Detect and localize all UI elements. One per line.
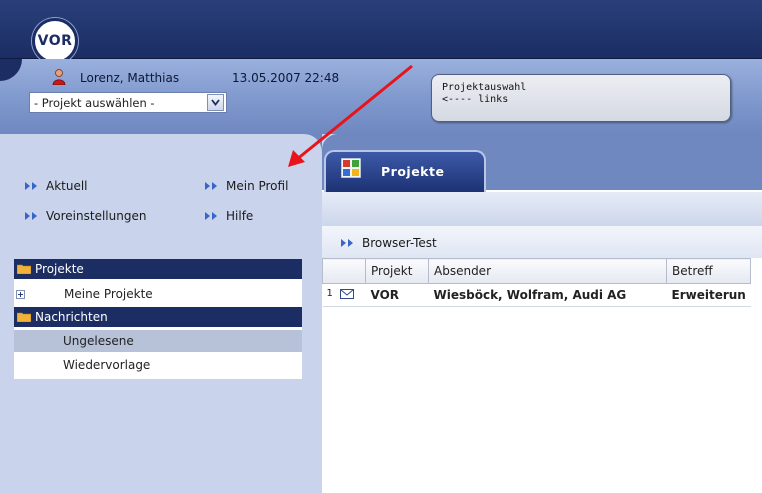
- nav-link-voreinstellungen[interactable]: Voreinstellungen: [24, 209, 146, 223]
- cell-absender: Wiesböck, Wolfram, Audi AG: [428, 283, 667, 307]
- annotation-note-line2: <---- links: [442, 94, 509, 105]
- nav-link-aktuell[interactable]: Aktuell: [24, 179, 88, 193]
- double-arrow-icon: [205, 182, 217, 190]
- tree-item-label: Wiedervorlage: [63, 358, 151, 372]
- nav-link-label: Voreinstellungen: [46, 209, 147, 223]
- double-arrow-icon: [341, 239, 353, 247]
- cell-projekt: VOR: [365, 283, 429, 307]
- row-icon-cell: 1: [322, 283, 366, 307]
- tree-item-label: Ungelesene: [63, 334, 134, 348]
- nav-link-label: Aktuell: [46, 179, 88, 193]
- table-row[interactable]: 1 VOR Wiesböck, Wolfram, Audi AG Erweite…: [322, 283, 751, 307]
- row-number: 1: [326, 288, 333, 299]
- logo-text: VOR: [37, 33, 73, 49]
- tab-label: Projekte: [381, 164, 445, 179]
- vor-logo[interactable]: VOR: [32, 18, 78, 64]
- nav-link-label: Mein Profil: [226, 179, 289, 193]
- breadcrumb-label: Browser-Test: [362, 236, 437, 250]
- annotation-note-line1: Projektauswahl: [442, 82, 527, 93]
- column-header-projekt[interactable]: Projekt: [365, 258, 429, 284]
- nav-link-label: Hilfe: [226, 209, 254, 223]
- table-header-row: Projekt Absender Betreff: [322, 258, 752, 284]
- tree-section-title: Projekte: [35, 262, 84, 276]
- breadcrumb[interactable]: Browser-Test: [340, 236, 437, 250]
- double-arrow-icon: [25, 212, 37, 220]
- project-select-value: - Projekt auswählen -: [34, 95, 155, 110]
- tree-item-ungelesene[interactable]: Ungelesene: [14, 330, 302, 352]
- tree-section-projekte[interactable]: Projekte: [14, 259, 302, 279]
- nav-link-mein-profil[interactable]: Mein Profil: [204, 179, 288, 193]
- double-arrow-icon: [25, 182, 37, 190]
- double-arrow-icon: [205, 212, 217, 220]
- tree-item-wiedervorlage[interactable]: Wiedervorlage: [14, 354, 302, 376]
- expand-plus-icon[interactable]: [16, 289, 25, 299]
- window-grid-icon: [341, 158, 361, 178]
- folder-icon: [17, 312, 31, 322]
- tree-item-meine-projekte[interactable]: Meine Projekte: [14, 283, 302, 305]
- folder-icon: [17, 264, 31, 274]
- cell-betreff: Erweiterun: [666, 283, 751, 307]
- tree-section-title: Nachrichten: [35, 310, 108, 324]
- user-name: Lorenz, Matthias: [80, 71, 180, 85]
- top-bar: [0, 0, 762, 59]
- column-header-absender[interactable]: Absender: [428, 258, 667, 284]
- user-icon: [52, 69, 66, 85]
- messages-table: Projekt Absender Betreff 1 VOR Wiesböck,…: [322, 258, 752, 307]
- left-panel-top-round: [0, 134, 322, 154]
- chevron-down-icon[interactable]: [207, 94, 224, 111]
- envelope-icon: [339, 289, 354, 299]
- nav-link-hilfe[interactable]: Hilfe: [204, 209, 253, 223]
- login-datetime: 13.05.2007 22:48: [232, 71, 340, 85]
- column-header-betreff[interactable]: Betreff: [665, 258, 752, 284]
- column-header-icon: [322, 258, 366, 284]
- toolbar: [322, 192, 762, 226]
- tree-section-nachrichten[interactable]: Nachrichten: [14, 307, 302, 327]
- tree-item-label: Meine Projekte: [64, 287, 153, 301]
- project-select[interactable]: - Projekt auswählen -: [29, 92, 227, 113]
